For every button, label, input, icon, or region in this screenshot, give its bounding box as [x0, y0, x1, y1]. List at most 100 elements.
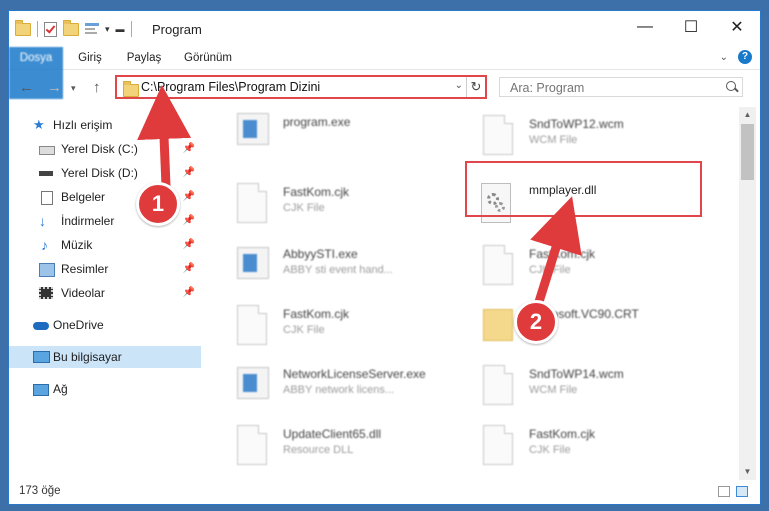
network-icon [33, 384, 49, 396]
scroll-down-icon[interactable]: ▼ [739, 464, 756, 480]
search-box[interactable] [499, 77, 743, 97]
address-bar[interactable]: C:\Program Files\Program Dizini ⌄ ↻ [115, 75, 487, 99]
file-name: NetworkLicenseServer.exe [283, 367, 426, 381]
file-item[interactable]: SndToWP12.wcm WCM File [451, 109, 691, 161]
pin-icon[interactable]: 📌 [183, 138, 195, 160]
file-type: WCM File [529, 384, 578, 396]
nav-item-music[interactable]: ♪ Müzik 📌 [9, 234, 201, 256]
file-type: CJK File [283, 324, 325, 336]
exe-icon [237, 247, 269, 279]
vertical-scrollbar[interactable]: ▲ ▼ [739, 107, 756, 480]
expand-ribbon-icon[interactable]: ⌄ [720, 52, 728, 63]
recent-locations-icon[interactable]: ▾ [71, 83, 76, 94]
nav-item-videos[interactable]: Videolar 📌 [9, 282, 201, 304]
film-icon [39, 287, 53, 299]
pin-icon[interactable]: 📌 [183, 162, 195, 184]
file-name: FastKom.cjk [283, 185, 350, 199]
file-item[interactable]: NetworkLicenseServer.exe ABBY network li… [205, 359, 445, 411]
step-2-badge: 2 [514, 300, 558, 344]
up-arrow-icon[interactable]: ↑ [93, 79, 101, 96]
large-icons-view-icon[interactable] [736, 486, 748, 497]
nav-label: Belgeler [61, 190, 106, 204]
address-path[interactable]: C:\Program Files\Program Dizini [141, 80, 320, 94]
file-type: CJK File [529, 444, 571, 456]
file-name: UpdateClient65.dll [283, 427, 382, 441]
drive-icon [39, 146, 55, 155]
nav-onedrive[interactable]: OneDrive [9, 314, 201, 336]
dll-file-icon [237, 425, 267, 465]
nav-label: Hızlı erişim [53, 118, 113, 132]
nav-label: Resimler [61, 262, 109, 276]
file-item[interactable]: UpdateClient65.dll Resource DLL [205, 419, 445, 471]
search-input[interactable] [508, 80, 712, 96]
cloud-icon [33, 322, 49, 330]
file-name: SndToWP14.wcm [529, 367, 624, 381]
item-count: 173 öğe [19, 485, 61, 497]
tab-view[interactable]: Görünüm [177, 47, 239, 69]
chevron-down-icon[interactable]: ⌄ [455, 80, 463, 91]
file-item[interactable]: SndToWP14.wcm WCM File [451, 359, 691, 411]
file-name: FastKom.cjk [529, 427, 596, 441]
back-arrow-icon[interactable]: ← [19, 79, 34, 96]
pin-icon[interactable]: 📌 [183, 234, 195, 256]
document-icon [41, 191, 53, 205]
nav-item-disk-c[interactable]: Yerel Disk (C:) 📌 [9, 138, 201, 160]
minimize-button[interactable]: — [622, 11, 668, 43]
exe-icon [237, 367, 269, 399]
divider [37, 21, 38, 37]
pin-icon[interactable]: 📌 [183, 186, 195, 208]
properties-check-icon[interactable] [44, 21, 57, 37]
nav-item-disk-d[interactable]: Yerel Disk (D:) 📌 [9, 162, 201, 184]
file-item[interactable]: Microsoft.VC90.CRT [451, 299, 691, 351]
file-item[interactable]: FastKom.cjk CJK File [451, 239, 691, 291]
file-icon [483, 365, 513, 405]
star-icon: ★ [33, 117, 45, 132]
details-view-icon[interactable] [718, 486, 730, 497]
forward-arrow-icon[interactable]: → [47, 79, 62, 96]
drive-icon [39, 171, 53, 176]
file-type: CJK File [283, 202, 325, 214]
nav-quick-access[interactable]: ★ Hızlı erişim [9, 114, 201, 136]
file-type: Resource DLL [283, 444, 354, 456]
file-icon [483, 425, 513, 465]
new-folder-icon[interactable] [63, 19, 79, 36]
file-item[interactable]: FastKom.cjk CJK File [451, 419, 691, 471]
tab-home[interactable]: Giriş [67, 47, 113, 69]
scroll-thumb[interactable] [741, 124, 754, 180]
folder-icon [15, 19, 31, 36]
address-row: ← → ▾ ↑ C:\Program Files\Program Dizini … [9, 70, 760, 105]
quick-access-toolbar: ▾ ▬ [15, 19, 132, 37]
file-name: SndToWP12.wcm [529, 117, 624, 131]
chevron-down-icon[interactable]: ▾ [105, 24, 110, 35]
file-type: ABBY network licens... [283, 384, 395, 396]
nav-this-pc[interactable]: Bu bilgisayar [9, 346, 201, 368]
file-item[interactable]: FastKom.cjk CJK File [205, 299, 445, 351]
help-icon[interactable]: ? [738, 50, 752, 64]
nav-label: Bu bilgisayar [53, 350, 122, 364]
tab-share[interactable]: Paylaş [119, 47, 169, 69]
folder-icon [123, 81, 139, 97]
nav-network[interactable]: Ağ [9, 378, 201, 400]
scroll-up-icon[interactable]: ▲ [739, 107, 756, 123]
file-type: ABBY sti event hand... [283, 264, 393, 276]
pin-icon[interactable]: 📌 [183, 282, 195, 304]
step-1-badge: 1 [136, 182, 180, 226]
search-icon[interactable] [726, 81, 736, 91]
file-item[interactable]: FastKom.cjk CJK File [205, 177, 445, 229]
file-item[interactable]: AbbyySTI.exe ABBY sti event hand... [205, 239, 445, 291]
exe-icon [237, 113, 269, 145]
close-button[interactable]: ✕ [714, 11, 760, 43]
navigation-pane: ★ Hızlı erişim Yerel Disk (C:) 📌 Yerel D… [9, 107, 203, 472]
pin-icon[interactable]: 📌 [183, 258, 195, 280]
refresh-icon[interactable]: ↻ [466, 77, 485, 97]
nav-label: Müzik [61, 238, 93, 252]
nav-item-pictures[interactable]: Resimler 📌 [9, 258, 201, 280]
maximize-button[interactable]: ☐ [668, 11, 714, 43]
pin-icon[interactable]: 📌 [183, 210, 195, 232]
file-item[interactable]: program.exe [205, 107, 445, 159]
view-options-icon[interactable] [85, 23, 99, 35]
nav-label: İndirmeler [61, 214, 115, 228]
customize-toolbar-icon[interactable]: ▬ [116, 24, 125, 34]
explorer-window: ▾ ▬ Program — ☐ ✕ Dosya Giriş Paylaş Gör… [8, 10, 761, 505]
folder-icon [483, 309, 513, 341]
